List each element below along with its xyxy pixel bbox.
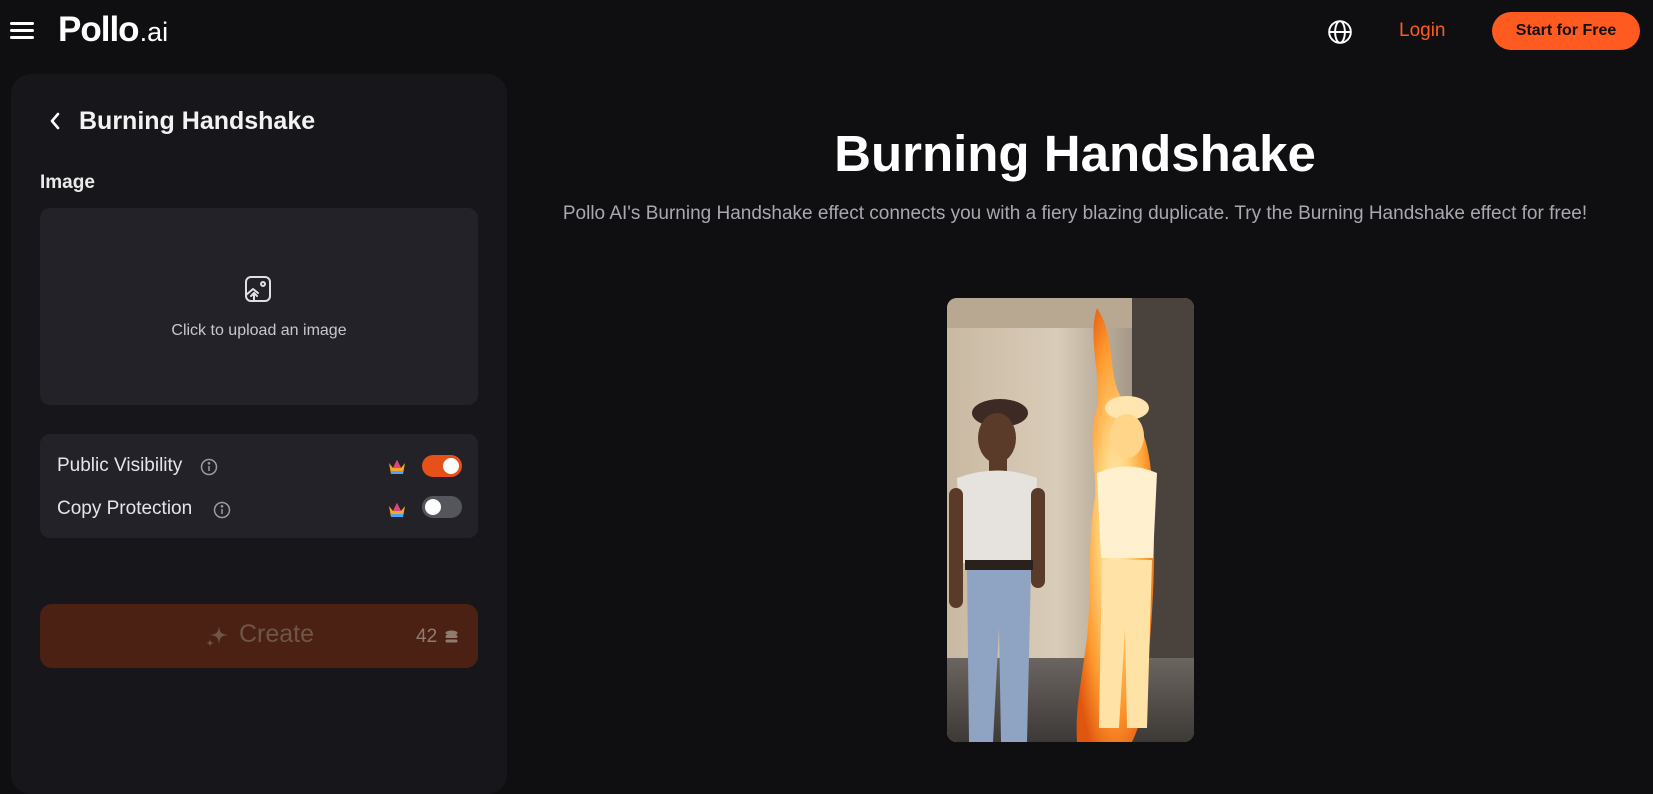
logo[interactable]: Pollo .ai: [58, 10, 168, 54]
create-button[interactable]: Create 42: [40, 604, 478, 668]
public-visibility-label: Public Visibility: [57, 455, 183, 476]
credits-coin-icon: [445, 630, 458, 643]
image-section-label: Image: [40, 172, 95, 193]
panel-title: Burning Handshake: [79, 107, 316, 135]
create-label: Create: [239, 620, 315, 648]
effect-preview-image: [947, 298, 1194, 742]
page-description: Pollo AI's Burning Handshake effect conn…: [562, 203, 1588, 224]
public-visibility-toggle[interactable]: [422, 455, 462, 477]
upload-hint: Click to upload an image: [171, 322, 347, 339]
login-link[interactable]: Login: [1399, 20, 1446, 42]
image-upload-area[interactable]: Click to upload an image: [40, 208, 478, 405]
top-header: Pollo .ai Login Start for Free: [0, 0, 1653, 64]
crown-icon: [389, 503, 405, 517]
copy-protection-label: Copy Protection: [57, 498, 193, 519]
page-title: Burning Handshake: [834, 125, 1316, 182]
menu-icon[interactable]: [10, 21, 34, 41]
start-for-free-button[interactable]: Start for Free: [1492, 12, 1640, 50]
settings-card: Public Visibility Copy Protection: [40, 434, 478, 538]
info-icon[interactable]: [200, 458, 218, 476]
back-chevron-icon[interactable]: [48, 110, 62, 132]
info-icon[interactable]: [213, 501, 231, 519]
logo-suffix: .ai: [139, 17, 169, 47]
credit-cost: 42: [416, 626, 438, 647]
preview-illustration: [947, 298, 1194, 742]
globe-icon[interactable]: [1327, 19, 1353, 45]
crown-icon: [389, 460, 405, 474]
image-upload-icon: [245, 276, 271, 302]
sparkle-icon: [206, 626, 228, 647]
copy-protection-toggle[interactable]: [422, 496, 462, 518]
logo-text: Pollo: [58, 10, 140, 49]
